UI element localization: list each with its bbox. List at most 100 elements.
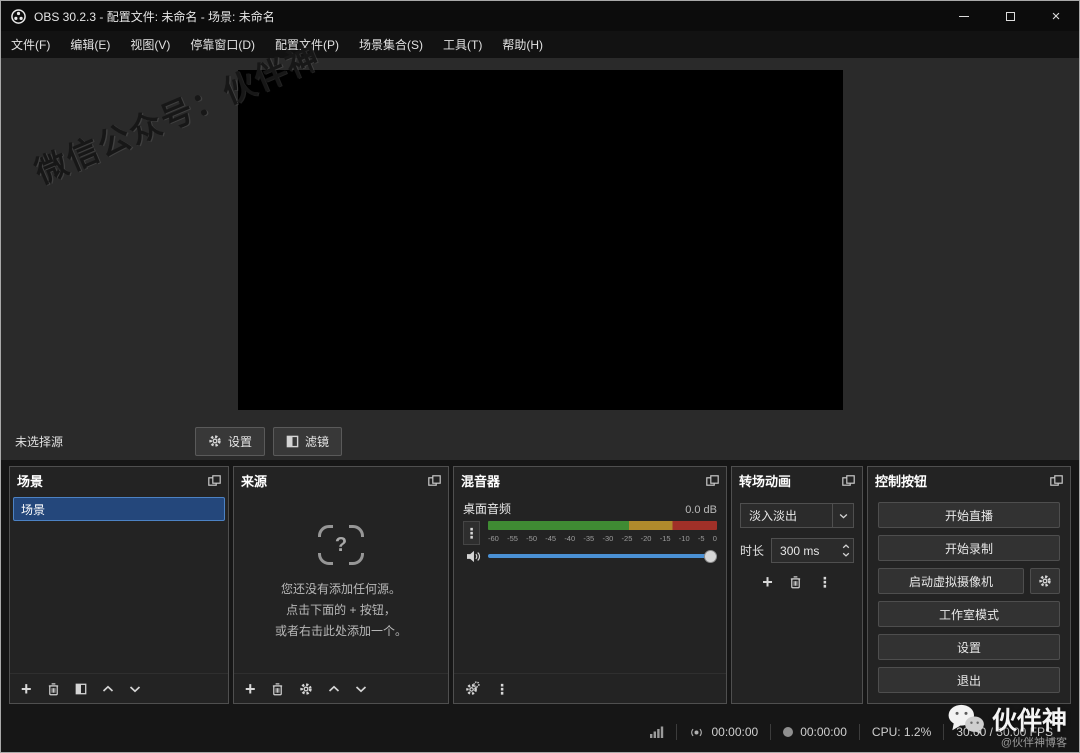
add-source-button[interactable]: + bbox=[245, 682, 256, 696]
start-virtual-camera-button[interactable]: 启动虚拟摄像机 bbox=[878, 568, 1024, 594]
chevron-down-icon bbox=[355, 685, 367, 693]
mixer-body: 桌面音频 0.0 dB ⋮ -60 -55 -50 -45 bbox=[454, 494, 726, 673]
volume-meter bbox=[488, 521, 717, 530]
scenes-dock-header[interactable]: 场景 bbox=[10, 467, 228, 494]
preview-canvas[interactable] bbox=[238, 70, 843, 410]
plus-icon: + bbox=[245, 682, 256, 696]
minimize-button[interactable] bbox=[941, 1, 987, 31]
stream-time: 00:00:00 bbox=[711, 725, 758, 739]
transitions-dock-title: 转场动画 bbox=[739, 471, 791, 490]
properties-button[interactable]: 设置 bbox=[195, 427, 265, 456]
chevron-up-icon bbox=[328, 685, 340, 693]
mute-toggle-button[interactable] bbox=[463, 548, 483, 564]
scene-list-item[interactable]: 场景 bbox=[13, 497, 225, 521]
controls-dock-title: 控制按钮 bbox=[875, 471, 927, 490]
add-scene-button[interactable]: + bbox=[21, 682, 32, 696]
meter-tick: -50 bbox=[526, 534, 537, 546]
plus-icon: + bbox=[21, 682, 32, 696]
menu-docks[interactable]: 停靠窗口(D) bbox=[180, 31, 265, 58]
close-button[interactable]: × bbox=[1033, 1, 1079, 31]
duration-value: 300 ms bbox=[780, 544, 819, 558]
controls-body: 开始直播 开始录制 启动虚拟摄像机 工作室模式 设置 退出 bbox=[868, 494, 1070, 703]
chevron-up-icon[interactable] bbox=[842, 544, 850, 549]
move-scene-down-button[interactable] bbox=[129, 685, 141, 693]
start-streaming-button[interactable]: 开始直播 bbox=[878, 502, 1060, 528]
virtual-camera-config-button[interactable] bbox=[1030, 568, 1060, 594]
popout-icon[interactable] bbox=[706, 475, 719, 486]
sources-dock-title: 来源 bbox=[241, 471, 267, 490]
record-timer: 00:00:00 bbox=[771, 725, 859, 739]
menu-profile[interactable]: 配置文件(P) bbox=[265, 31, 349, 58]
menu-scene-collection[interactable]: 场景集合(S) bbox=[349, 31, 433, 58]
no-source-label: 未选择源 bbox=[15, 433, 63, 450]
move-source-down-button[interactable] bbox=[355, 685, 367, 693]
remove-transition-button[interactable] bbox=[789, 575, 802, 589]
menu-file[interactable]: 文件(F) bbox=[1, 31, 60, 58]
popout-icon[interactable] bbox=[208, 475, 221, 486]
popout-icon[interactable] bbox=[428, 475, 441, 486]
scenes-list: 场景 bbox=[10, 494, 228, 673]
menu-tools[interactable]: 工具(T) bbox=[433, 31, 492, 58]
transition-select[interactable]: 淡入淡出 bbox=[740, 503, 854, 528]
source-toolbar-buttons: 设置 滤镜 bbox=[195, 427, 342, 456]
source-properties-button[interactable] bbox=[299, 682, 313, 696]
channel-options-button[interactable]: ⋮ bbox=[463, 521, 480, 545]
trash-icon bbox=[47, 682, 60, 696]
meter-scale: -60 -55 -50 -45 -40 -35 -30 -25 -20 -15 … bbox=[488, 534, 717, 546]
menu-edit[interactable]: 编辑(E) bbox=[60, 31, 120, 58]
volume-slider-track[interactable] bbox=[488, 554, 717, 558]
settings-button[interactable]: 设置 bbox=[878, 634, 1060, 660]
sources-empty-line: 或者右击此处添加一个。 bbox=[275, 621, 407, 642]
popout-icon[interactable] bbox=[1050, 475, 1063, 486]
filters-button[interactable]: 滤镜 bbox=[273, 427, 342, 456]
transition-selected-value[interactable]: 淡入淡出 bbox=[740, 503, 833, 528]
sources-list[interactable]: ? 您还没有添加任何源。 点击下面的 + 按钮， 或者右击此处添加一个。 bbox=[234, 494, 448, 673]
mixer-dock-header[interactable]: 混音器 bbox=[454, 467, 726, 494]
chevron-down-icon bbox=[839, 513, 848, 519]
menu-view[interactable]: 视图(V) bbox=[120, 31, 180, 58]
transition-options-button[interactable]: ⋮ bbox=[818, 575, 832, 589]
add-transition-button[interactable]: + bbox=[762, 575, 773, 589]
maximize-button[interactable] bbox=[987, 1, 1033, 31]
mixer-channel-desktop-audio: 桌面音频 0.0 dB ⋮ -60 -55 -50 -45 bbox=[454, 494, 726, 564]
scene-transitions-dock: 转场动画 淡入淡出 时长 30 bbox=[731, 466, 863, 704]
window-title: OBS 30.2.3 - 配置文件: 未命名 - 场景: 未命名 bbox=[34, 8, 941, 25]
scene-filters-button[interactable] bbox=[75, 683, 87, 695]
transition-dropdown-button[interactable] bbox=[833, 503, 854, 528]
meter-tick: -10 bbox=[679, 534, 690, 546]
minimize-icon bbox=[959, 16, 969, 17]
move-source-up-button[interactable] bbox=[328, 685, 340, 693]
dots-vertical-icon: ⋮ bbox=[818, 575, 832, 589]
preview-area[interactable] bbox=[1, 58, 1079, 422]
remove-scene-button[interactable] bbox=[47, 682, 60, 696]
controls-dock-header[interactable]: 控制按钮 bbox=[868, 467, 1070, 494]
volume-slider-handle[interactable] bbox=[704, 550, 717, 563]
sources-dock-header[interactable]: 来源 bbox=[234, 467, 448, 494]
move-scene-up-button[interactable] bbox=[102, 685, 114, 693]
menu-help[interactable]: 帮助(H) bbox=[492, 31, 553, 58]
speaker-icon bbox=[466, 550, 481, 563]
duration-label: 时长 bbox=[740, 542, 764, 559]
advanced-audio-button[interactable] bbox=[465, 681, 480, 696]
cpu-text: CPU: 1.2% bbox=[872, 725, 931, 739]
meter-tick: -5 bbox=[698, 534, 705, 546]
sources-empty-line: 您还没有添加任何源。 bbox=[281, 579, 401, 600]
mixer-options-button[interactable]: ⋮ bbox=[495, 682, 509, 696]
connection-status bbox=[638, 726, 676, 738]
mixer-toolbar: ⋮ bbox=[454, 673, 726, 703]
studio-mode-button[interactable]: 工作室模式 bbox=[878, 601, 1060, 627]
chevron-down-icon[interactable] bbox=[842, 552, 850, 557]
chevron-up-icon bbox=[102, 685, 114, 693]
record-dot-icon bbox=[783, 727, 793, 737]
meter-tick: -20 bbox=[641, 534, 652, 546]
transitions-dock-header[interactable]: 转场动画 bbox=[732, 467, 862, 494]
channel-level-db: 0.0 dB bbox=[685, 504, 717, 516]
volume-slider[interactable] bbox=[488, 548, 717, 564]
popout-icon[interactable] bbox=[842, 475, 855, 486]
duration-spinbox[interactable]: 300 ms bbox=[771, 538, 854, 563]
start-recording-button[interactable]: 开始录制 bbox=[878, 535, 1060, 561]
remove-source-button[interactable] bbox=[271, 682, 284, 696]
gear-icon bbox=[299, 682, 313, 696]
exit-button[interactable]: 退出 bbox=[878, 667, 1060, 693]
sources-empty-line: 点击下面的 + 按钮， bbox=[286, 600, 396, 621]
